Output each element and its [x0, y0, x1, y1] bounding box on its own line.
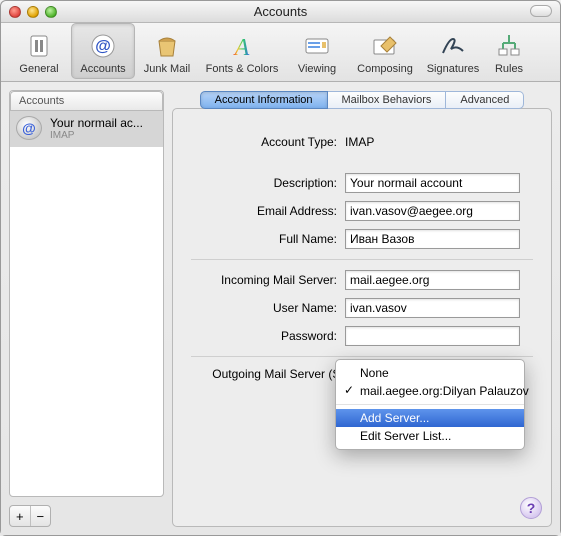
main-panel: Account Information Mailbox Behaviors Ad…	[172, 90, 552, 527]
at-icon: @	[87, 31, 119, 61]
username-label: User Name:	[191, 301, 345, 315]
toolbar-fonts[interactable]: A Fonts & Colors	[199, 23, 285, 79]
description-input[interactable]	[345, 173, 520, 193]
account-name: Your normail ac...	[50, 116, 143, 130]
toolbar-accounts[interactable]: @ Accounts	[71, 23, 135, 79]
svg-text:A: A	[233, 35, 250, 61]
accounts-list-header: Accounts	[10, 91, 163, 111]
smtp-menu-none[interactable]: None	[336, 364, 524, 382]
signature-icon	[437, 31, 469, 61]
tabbar: Account Information Mailbox Behaviors Ad…	[172, 91, 552, 109]
remove-account-button[interactable]: −	[30, 506, 51, 526]
account-type-value: IMAP	[345, 135, 374, 149]
tab-account-information[interactable]: Account Information	[200, 91, 328, 109]
password-label: Password:	[191, 329, 345, 343]
separator	[191, 259, 533, 260]
toolbar-toggle-button[interactable]	[530, 5, 552, 17]
toolbar-label: Junk Mail	[144, 63, 190, 75]
titlebar: Accounts	[1, 1, 560, 23]
fullname-label: Full Name:	[191, 232, 345, 246]
junk-icon	[151, 31, 183, 61]
content-area: Accounts @ Your normail ac... IMAP + − A	[1, 82, 560, 535]
toolbar-viewing[interactable]: Viewing	[285, 23, 349, 79]
close-window-button[interactable]	[9, 6, 21, 18]
toolbar-composing[interactable]: Composing	[349, 23, 421, 79]
toolbar-label: Signatures	[427, 63, 480, 75]
account-row[interactable]: @ Your normail ac... IMAP	[10, 111, 163, 147]
toolbar-signatures[interactable]: Signatures	[421, 23, 485, 79]
fullname-input[interactable]	[345, 229, 520, 249]
toolbar-label: Accounts	[80, 63, 125, 75]
viewing-icon	[301, 31, 333, 61]
at-icon: @	[16, 116, 42, 140]
zoom-window-button[interactable]	[45, 6, 57, 18]
toolbar-junk[interactable]: Junk Mail	[135, 23, 199, 79]
menu-separator	[336, 404, 524, 405]
toolbar-label: Composing	[357, 63, 413, 75]
smtp-menu-add-server[interactable]: Add Server...	[336, 409, 524, 427]
email-label: Email Address:	[191, 204, 345, 218]
minimize-window-button[interactable]	[27, 6, 39, 18]
smtp-menu-current[interactable]: mail.aegee.org:Dilyan Palauzov	[336, 382, 524, 400]
toolbar-rules[interactable]: Rules	[485, 23, 533, 79]
accounts-list[interactable]: Accounts @ Your normail ac... IMAP	[9, 90, 164, 497]
tab-advanced[interactable]: Advanced	[446, 91, 524, 109]
incoming-label: Incoming Mail Server:	[191, 273, 345, 287]
toolbar-label: Fonts & Colors	[206, 63, 279, 75]
password-input[interactable]	[345, 326, 520, 346]
smtp-popup-menu: None mail.aegee.org:Dilyan Palauzov Add …	[335, 359, 525, 450]
email-input[interactable]	[345, 201, 520, 221]
tab-mailbox-behaviors[interactable]: Mailbox Behaviors	[328, 91, 447, 109]
preferences-window: Accounts General @ Accounts Junk Mail A	[0, 0, 561, 536]
toolbar-label: Rules	[495, 63, 523, 75]
add-account-button[interactable]: +	[10, 506, 30, 526]
incoming-server-input[interactable]	[345, 270, 520, 290]
add-remove-controls: + −	[9, 505, 51, 527]
compose-icon	[369, 31, 401, 61]
account-type: IMAP	[50, 130, 143, 142]
prefs-toolbar: General @ Accounts Junk Mail A Fonts & C…	[1, 23, 560, 82]
svg-text:@: @	[95, 38, 111, 55]
account-info-panel: Account Type: IMAP Description: Email Ad…	[172, 108, 552, 527]
separator	[191, 356, 533, 357]
toolbar-label: General	[19, 63, 58, 75]
smtp-menu-edit-list[interactable]: Edit Server List...	[336, 427, 524, 445]
toolbar-label: Viewing	[298, 63, 336, 75]
username-input[interactable]	[345, 298, 520, 318]
rules-icon	[493, 31, 525, 61]
switch-icon	[23, 31, 55, 61]
account-type-label: Account Type:	[191, 135, 345, 149]
description-label: Description:	[191, 176, 345, 190]
fonts-icon: A	[226, 31, 258, 61]
window-title: Accounts	[1, 4, 560, 19]
accounts-sidebar: Accounts @ Your normail ac... IMAP + −	[9, 90, 164, 527]
toolbar-general[interactable]: General	[7, 23, 71, 79]
help-button[interactable]: ?	[520, 497, 542, 519]
